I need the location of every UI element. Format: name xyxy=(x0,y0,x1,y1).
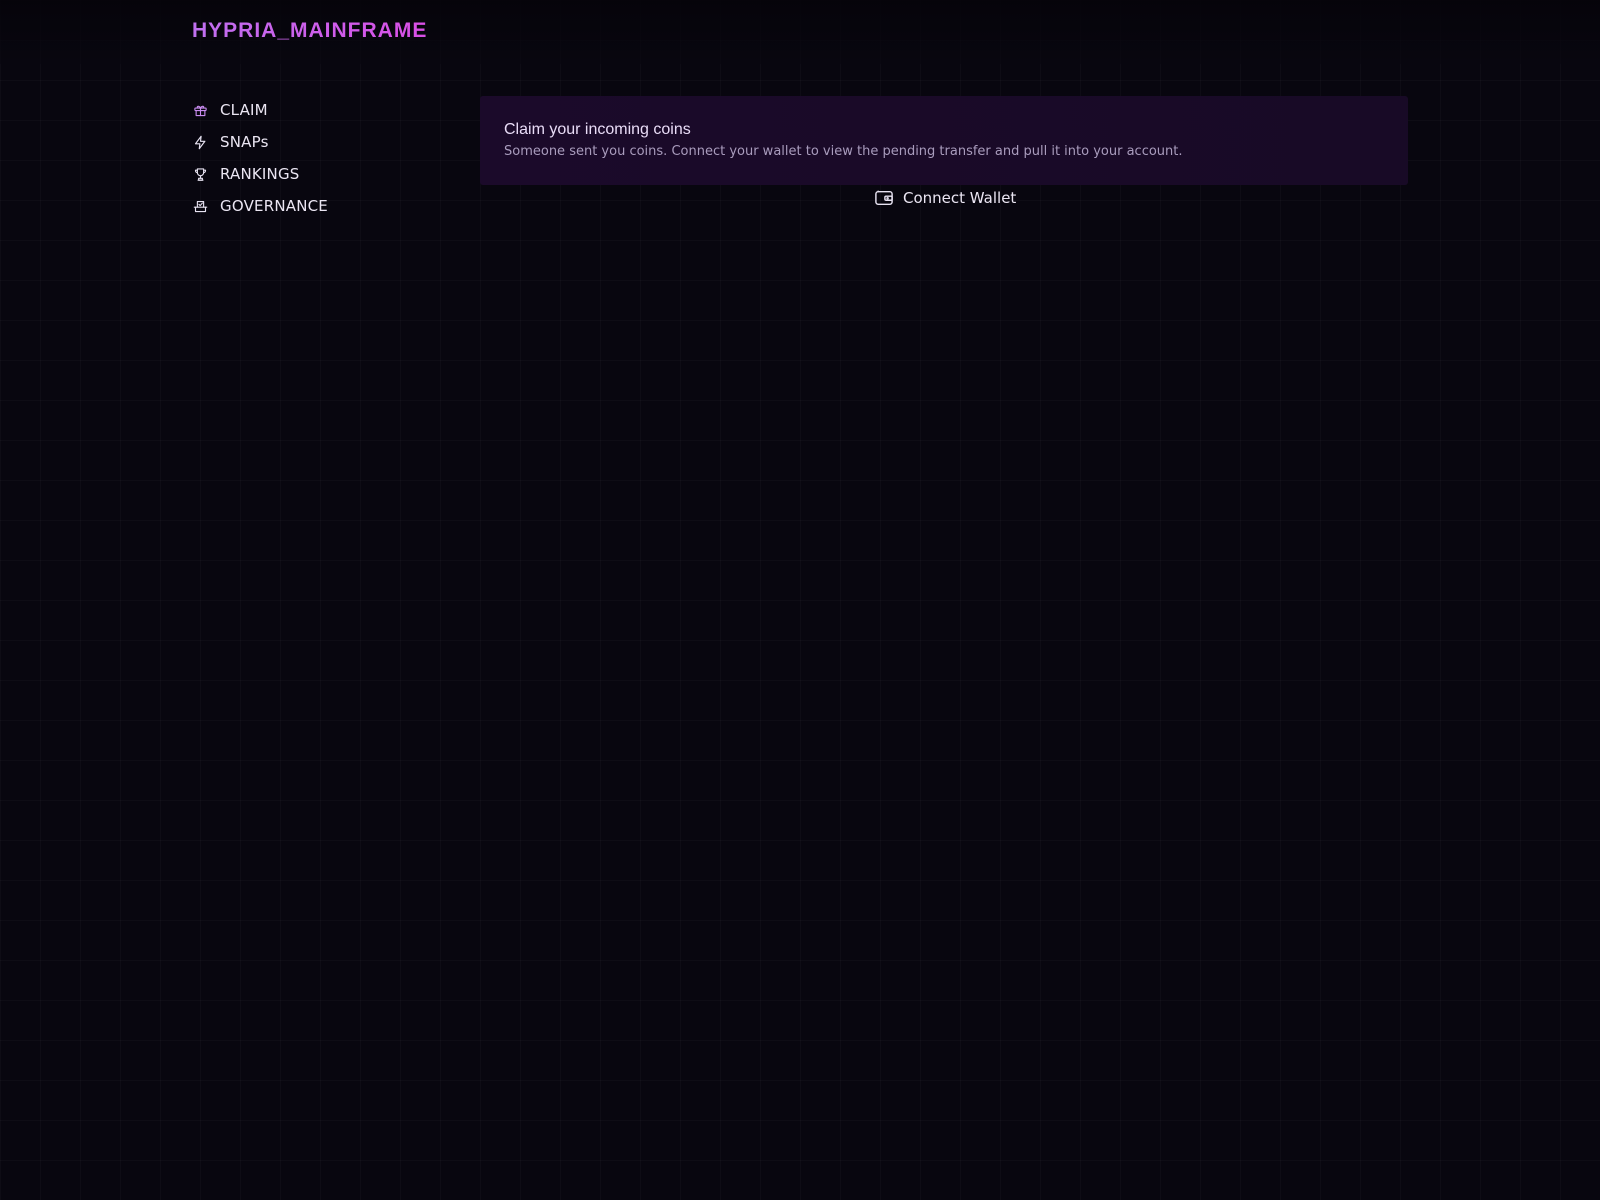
lightning-icon xyxy=(192,134,208,150)
brand-logo[interactable]: HYPRIA_MAINFRAME xyxy=(192,19,427,43)
sidebar-nav: CLAIM SNAPs RANKINGS GOVERNANCE xyxy=(192,94,452,222)
ballot-box-icon xyxy=(192,198,208,214)
sidebar-item-claim[interactable]: CLAIM xyxy=(192,94,452,126)
gift-icon xyxy=(192,102,208,118)
connect-wallet-button[interactable]: Connect Wallet xyxy=(874,186,1016,210)
trophy-icon xyxy=(192,166,208,182)
sidebar-item-label: CLAIM xyxy=(220,101,268,119)
claim-info-card: Claim your incoming coins Someone sent y… xyxy=(480,96,1408,185)
sidebar-item-governance[interactable]: GOVERNANCE xyxy=(192,190,452,222)
sidebar-item-label: GOVERNANCE xyxy=(220,197,328,215)
sidebar-item-rankings[interactable]: RANKINGS xyxy=(192,158,452,190)
card-title: Claim your incoming coins xyxy=(504,121,691,138)
sidebar-item-label: SNAPs xyxy=(220,133,269,151)
card-description: Someone sent you coins. Connect your wal… xyxy=(504,144,1183,159)
wallet-icon xyxy=(875,190,893,206)
sidebar-item-snaps[interactable]: SNAPs xyxy=(192,126,452,158)
top-bar: HYPRIA_MAINFRAME xyxy=(0,0,1600,64)
sidebar-item-label: RANKINGS xyxy=(220,165,300,183)
connect-wallet-label: Connect Wallet xyxy=(903,189,1017,207)
